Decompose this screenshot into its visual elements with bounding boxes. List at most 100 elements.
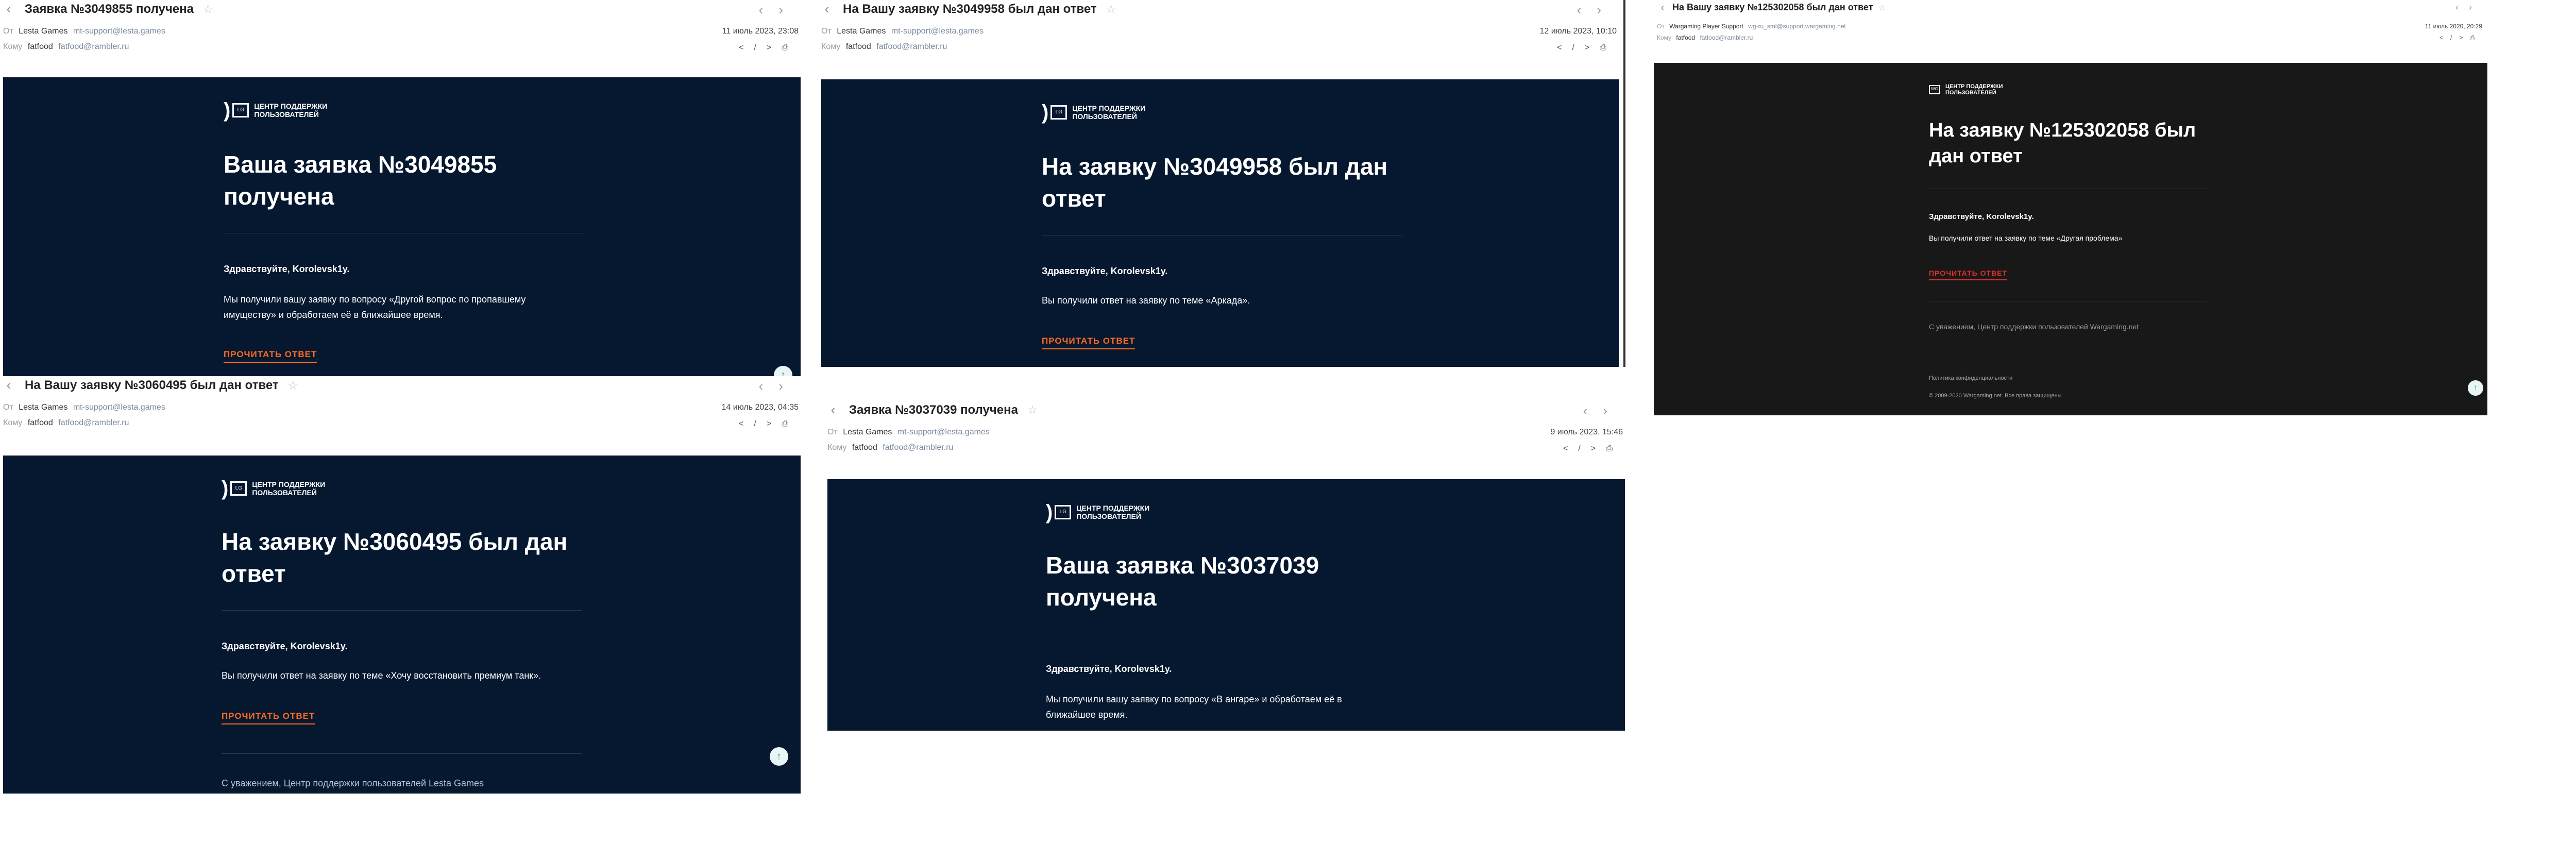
greeting: Здравствуйте, Korolevsk1y. xyxy=(1046,664,1172,674)
back-icon[interactable]: ‹ xyxy=(820,2,834,15)
prev-email-icon[interactable]: ‹ xyxy=(1583,403,1603,418)
back-icon[interactable]: ‹ xyxy=(2,2,15,15)
email-heading: На заявку №125302058 был дан ответ xyxy=(1929,120,2196,167)
pane-divider xyxy=(1623,0,1625,367)
scroll-top-button[interactable]: ↑ xyxy=(774,366,792,376)
sender-name[interactable]: Wargaming Player Support xyxy=(1669,23,1743,30)
email-heading: Ваша заявка №3049855 получена xyxy=(224,151,497,210)
email-subject: На Вашу заявку №3060495 был дан ответ ☆ xyxy=(25,378,298,392)
email-date: 9 июль 2023, 15:46 xyxy=(1550,428,1623,436)
print-icon[interactable]: ⎙ xyxy=(1600,43,1617,52)
email-tools: </>⎙ xyxy=(1557,43,1617,53)
email-tools: </>⎙ xyxy=(1563,444,1623,453)
support-logo: WG ЦЕНТР ПОДДЕРЖКИ ПОЛЬЗОВАТЕЛЕЙ xyxy=(1929,83,2003,96)
email-nav: ‹› xyxy=(759,2,799,18)
recipient-email[interactable]: fatfood@rambler.ru xyxy=(1700,34,1753,41)
to-row: Кому fatfood fatfood@rambler.ru xyxy=(1657,34,1753,41)
email-text: Мы получили вашу заявку по вопросу «Друг… xyxy=(224,294,526,320)
greeting: Здравствуйте, Korolevsk1y. xyxy=(222,641,348,651)
prev-email-icon[interactable]: ‹ xyxy=(2455,2,2469,12)
print-icon[interactable]: ⎙ xyxy=(782,43,799,52)
support-logo: ) LG ЦЕНТР ПОДДЕРЖКИ ПОЛЬЗОВАТЕЛЕЙ xyxy=(1042,101,1146,124)
read-reply-button[interactable]: ПРОЧИТАТЬ ОТВЕТ xyxy=(1929,269,2008,280)
print-icon[interactable]: ⎙ xyxy=(782,419,799,428)
greeting: Здравствуйте, Korolevsk1y. xyxy=(1929,212,2034,221)
next-email-icon[interactable]: › xyxy=(1603,403,1623,418)
to-row: Кому fatfood fatfood@rambler.ru xyxy=(821,42,947,51)
email-view-3060495: ‹ На Вашу заявку №3060495 был дан ответ ☆… xyxy=(0,376,804,794)
email-text: Вы получили ответ на заявку по теме «Дру… xyxy=(1929,234,2123,242)
email-body: ) LG ЦЕНТР ПОДДЕРЖКИ ПОЛЬЗОВАТЕЛЕЙ Ваша за… xyxy=(3,77,801,376)
prev-email-icon[interactable]: ‹ xyxy=(759,378,779,394)
sender-name[interactable]: Lesta Games xyxy=(19,27,67,36)
read-reply-button[interactable]: ПРОЧИТАТЬ ОТВЕТ xyxy=(222,711,315,724)
sender-email[interactable]: mt-support@lesta.games xyxy=(73,403,165,412)
recipient-name[interactable]: fatfood xyxy=(852,443,877,452)
sender-email[interactable]: mt-support@lesta.games xyxy=(897,428,990,436)
divider xyxy=(222,610,582,611)
prev-email-icon[interactable]: ‹ xyxy=(1577,2,1597,18)
recipient-email[interactable]: fatfood@rambler.ru xyxy=(876,42,947,51)
recipient-name[interactable]: fatfood xyxy=(1676,34,1695,41)
next-email-icon[interactable]: › xyxy=(778,378,799,394)
star-icon[interactable]: ☆ xyxy=(1027,403,1038,416)
email-view-3049855: ‹ Заявка №3049855 получена ☆ ‹› От Lesta … xyxy=(0,0,804,376)
email-tools: </>⎙ xyxy=(739,43,799,53)
scroll-top-button[interactable]: ↑ xyxy=(2468,380,2483,396)
code-icon[interactable]: </> xyxy=(1557,43,1600,52)
recipient-name[interactable]: fatfood xyxy=(28,418,53,427)
email-heading: Ваша заявка №3037039 получена xyxy=(1046,552,1319,611)
to-row: Кому fatfood fatfood@rambler.ru xyxy=(3,418,129,427)
back-icon[interactable]: ‹ xyxy=(1656,1,1669,14)
recipient-email[interactable]: fatfood@rambler.ru xyxy=(58,418,129,427)
email-date: 14 июль 2023, 04:35 xyxy=(721,403,799,412)
email-nav: ‹› xyxy=(1583,403,1623,419)
sender-email[interactable]: wg-ru_sml@support.wargaming.net xyxy=(1748,23,1846,30)
privacy-link[interactable]: Политика конфиденциальности xyxy=(1929,375,2012,381)
recipient-name[interactable]: fatfood xyxy=(28,42,53,51)
star-icon[interactable]: ☆ xyxy=(288,379,298,392)
email-body: ) LG ЦЕНТР ПОДДЕРЖКИ ПОЛЬЗОВАТЕЛЕЙ Ваша за… xyxy=(827,479,1625,731)
email-body: ) LG ЦЕНТР ПОДДЕРЖКИ ПОЛЬЗОВАТЕЛЕЙ На заяв… xyxy=(3,456,801,794)
from-row: От Lesta Games mt-support@lesta.games xyxy=(821,27,984,36)
from-row: От Wargaming Player Support wg-ru_sml@su… xyxy=(1657,23,1846,30)
sender-name[interactable]: Lesta Games xyxy=(19,403,67,412)
from-row: От Lesta Games mt-support@lesta.games xyxy=(3,27,165,36)
star-icon[interactable]: ☆ xyxy=(1878,4,1886,12)
print-icon[interactable]: ⎙ xyxy=(1606,444,1623,453)
read-reply-button[interactable]: ПРОЧИТАТЬ ОТВЕТ xyxy=(224,349,317,363)
email-subject: Заявка №3037039 получена ☆ xyxy=(849,403,1038,417)
sender-email[interactable]: mt-support@lesta.games xyxy=(891,27,984,36)
scroll-top-button[interactable]: ↑ xyxy=(770,747,788,766)
back-icon[interactable]: ‹ xyxy=(826,403,840,416)
code-icon[interactable]: </> xyxy=(2439,34,2470,41)
email-subject: На Вашу заявку №125302058 был дан ответ ☆ xyxy=(1672,2,1886,12)
code-icon[interactable]: </> xyxy=(739,419,782,428)
email-body: ) LG ЦЕНТР ПОДДЕРЖКИ ПОЛЬЗОВАТЕЛЕЙ На заяв… xyxy=(821,79,1619,367)
star-icon[interactable]: ☆ xyxy=(203,3,213,15)
email-date: 11 июль 2023, 23:08 xyxy=(722,27,799,36)
star-icon[interactable]: ☆ xyxy=(1106,3,1116,15)
email-subject: На Вашу заявку №3049958 был дан ответ ☆ xyxy=(843,2,1116,16)
sender-email[interactable]: mt-support@lesta.games xyxy=(73,27,165,36)
sender-name[interactable]: Lesta Games xyxy=(843,428,892,436)
prev-email-icon[interactable]: ‹ xyxy=(759,2,779,18)
next-email-icon[interactable]: › xyxy=(778,2,799,18)
from-row: От Lesta Games mt-support@lesta.games xyxy=(827,428,990,436)
code-icon[interactable]: </> xyxy=(739,43,782,52)
next-email-icon[interactable]: › xyxy=(1597,2,1617,18)
email-tools: </>⎙ xyxy=(2439,34,2482,42)
next-email-icon[interactable]: › xyxy=(2469,2,2482,12)
email-date: 11 июль 2020, 20:29 xyxy=(2425,23,2482,30)
email-nav: ‹› xyxy=(1577,2,1617,18)
read-reply-button[interactable]: ПРОЧИТАТЬ ОТВЕТ xyxy=(1042,336,1136,349)
copyright: © 2009-2020 Wargaming.net. Все права защ… xyxy=(1929,393,2062,399)
recipient-email[interactable]: fatfood@rambler.ru xyxy=(883,443,953,452)
recipient-name[interactable]: fatfood xyxy=(846,42,871,51)
code-icon[interactable]: </> xyxy=(1563,444,1606,453)
recipient-email[interactable]: fatfood@rambler.ru xyxy=(58,42,129,51)
back-icon[interactable]: ‹ xyxy=(2,378,15,392)
print-icon[interactable]: ⎙ xyxy=(2470,34,2482,41)
sender-name[interactable]: Lesta Games xyxy=(837,27,886,36)
email-text: Мы получили вашу заявку по вопросу «В ан… xyxy=(1046,694,1342,720)
